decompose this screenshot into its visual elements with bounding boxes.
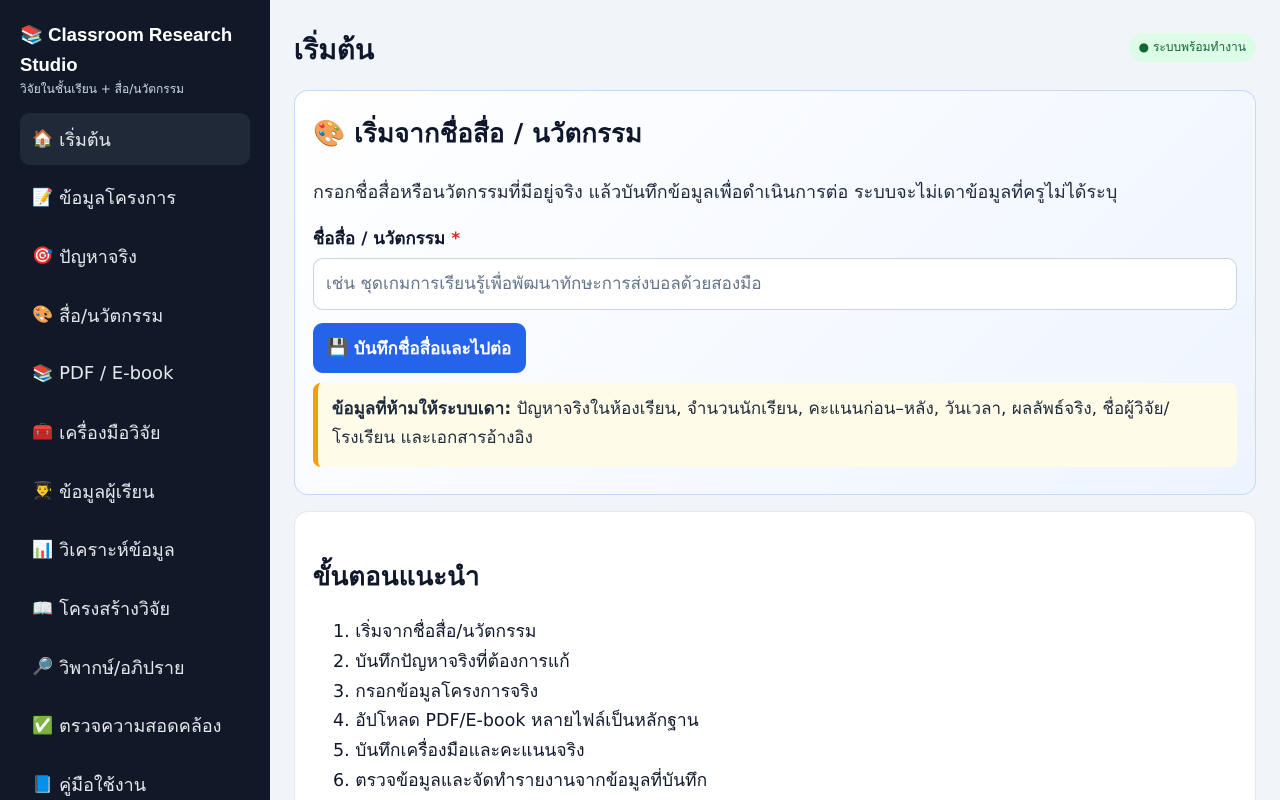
brand-title: 📚 Classroom Research Studio — [20, 24, 233, 75]
media-name-label-text: ชื่อสื่อ / นวัตกรรม — [313, 229, 446, 249]
sidebar-item-data-analysis[interactable]: 📊 วิเคราะห์ข้อมูล — [20, 524, 250, 576]
required-mark: * — [451, 229, 461, 249]
memo-icon: 📝 — [32, 187, 54, 208]
check-mark-icon: ✅ — [32, 715, 54, 736]
sidebar-item-label: สื่อ/นวัตกรรม — [59, 305, 164, 327]
sidebar-nav: 🏠 เริ่มต้น 📝 ข้อมูลโครงการ 🎯 ปัญหาจริง 🎨… — [20, 113, 250, 800]
sidebar-item-media-innovation[interactable]: 🎨 สื่อ/นวัตกรรม — [20, 289, 250, 341]
sidebar-item-research-structure[interactable]: 📖 โครงสร้างวิจัย — [20, 583, 250, 635]
steps-card-title: ขั้นตอนแนะนำ — [313, 562, 480, 592]
sidebar-item-start[interactable]: 🏠 เริ่มต้น — [20, 113, 250, 165]
blue-book-icon: 📘 — [32, 774, 54, 795]
sidebar-item-label: ตรวจความสอดคล้อง — [59, 716, 222, 738]
steps-card: ขั้นตอนแนะนำ 1. เริ่มจากชื่อสื่อ/นวัตกรร… — [294, 511, 1256, 800]
sidebar-item-label: วิเคราะห์ข้อมูล — [59, 540, 175, 562]
sidebar-item-label: เครื่องมือวิจัย — [59, 422, 161, 444]
media-name-input[interactable] — [313, 258, 1237, 310]
sidebar-item-user-manual[interactable]: 📘 คู่มือใช้งาน — [20, 759, 250, 800]
home-icon: 🏠 — [32, 129, 54, 149]
save-and-continue-button[interactable]: 💾 บันทึกชื่อสื่อและไปต่อ — [313, 323, 526, 373]
sidebar-item-project-info[interactable]: 📝 ข้อมูลโครงการ — [20, 172, 250, 224]
start-card: 🎨 เริ่มจากชื่อสื่อ / นวัตกรรม กรอกชื่อสื… — [294, 90, 1256, 495]
sidebar-item-learner-data[interactable]: 👨‍🎓 ข้อมูลผู้เรียน — [20, 465, 250, 517]
warning-box: ข้อมูลที่ห้ามให้ระบบเดา: ปัญหาจริงในห้อง… — [313, 383, 1237, 467]
media-name-label: ชื่อสื่อ / นวัตกรรม * — [313, 225, 460, 252]
sidebar-item-critique-discussion[interactable]: 🔎 วิพากษ์/อภิปราย — [20, 641, 250, 693]
sidebar-item-label: ข้อมูลโครงการ — [59, 188, 177, 210]
page-title: เริ่มต้น — [294, 33, 375, 66]
sidebar-item-label: วิพากษ์/อภิปราย — [59, 657, 185, 679]
start-card-description: กรอกชื่อสื่อหรือนวัตกรรมที่มีอยู่จริง แล… — [313, 182, 1118, 203]
step-item: 5. บันทึกเครื่องมือและคะแนนจริง — [333, 741, 585, 762]
step-item: 6. ตรวจข้อมูลและจัดทำรายงานจากข้อมูลที่บ… — [333, 770, 708, 791]
palette-icon: 🎨 — [32, 305, 54, 326]
sidebar-item-label: เริ่มต้น — [59, 129, 111, 151]
step-item: 3. กรอกข้อมูลโครงการจริง — [333, 681, 539, 702]
bar-chart-icon: 📊 — [32, 539, 54, 560]
open-book-icon: 📖 — [32, 598, 54, 619]
books-icon: 📚 — [32, 363, 54, 384]
sidebar-item-pdf-ebook[interactable]: 📚 PDF / E-book — [20, 348, 250, 400]
toolbox-icon: 🧰 — [32, 422, 54, 443]
sidebar-item-consistency-check[interactable]: ✅ ตรวจความสอดคล้อง — [20, 700, 250, 752]
student-icon: 👨‍🎓 — [32, 481, 54, 502]
sidebar-item-research-tools[interactable]: 🧰 เครื่องมือวิจัย — [20, 406, 250, 458]
start-card-title: 🎨 เริ่มจากชื่อสื่อ / นวัตกรรม — [313, 119, 643, 149]
main-content: เริ่มต้น ● ระบบพร้อมทำงาน 🎨 เริ่มจากชื่อ… — [270, 0, 1280, 800]
brand-subtitle: วิจัยในชั้นเรียน + สื่อ/นวัตกรรม — [20, 82, 185, 96]
step-item: 2. บันทึกปัญหาจริงที่ต้องการแก้ — [333, 651, 570, 672]
sidebar: 📚 Classroom Research Studio วิจัยในชั้นเ… — [0, 0, 270, 800]
sidebar-item-label: คู่มือใช้งาน — [59, 775, 147, 797]
magnifier-icon: 🔎 — [32, 657, 54, 678]
target-icon: 🎯 — [32, 246, 54, 267]
step-item: 1. เริ่มจากชื่อสื่อ/นวัตกรรม — [333, 622, 537, 642]
warning-heading: ข้อมูลที่ห้ามให้ระบบเดา: — [332, 399, 512, 419]
sidebar-item-label: ปัญหาจริง — [59, 246, 137, 268]
steps-list: 1. เริ่มจากชื่อสื่อ/นวัตกรรม 2. บันทึกปั… — [313, 618, 707, 797]
save-button-label: บันทึกชื่อสื่อและไปต่อ — [354, 338, 512, 359]
sidebar-item-label: โครงสร้างวิจัย — [59, 599, 171, 620]
sidebar-item-label: PDF / E-book — [59, 363, 174, 385]
sidebar-item-label: ข้อมูลผู้เรียน — [59, 481, 155, 503]
step-item: 4. อัปโหลด PDF/E-book หลายไฟล์เป็นหลักฐา… — [333, 711, 699, 732]
floppy-disk-icon: 💾 — [327, 338, 349, 358]
sidebar-item-real-problem[interactable]: 🎯 ปัญหาจริง — [20, 230, 250, 282]
status-badge: ● ระบบพร้อมทำงาน — [1128, 33, 1256, 62]
